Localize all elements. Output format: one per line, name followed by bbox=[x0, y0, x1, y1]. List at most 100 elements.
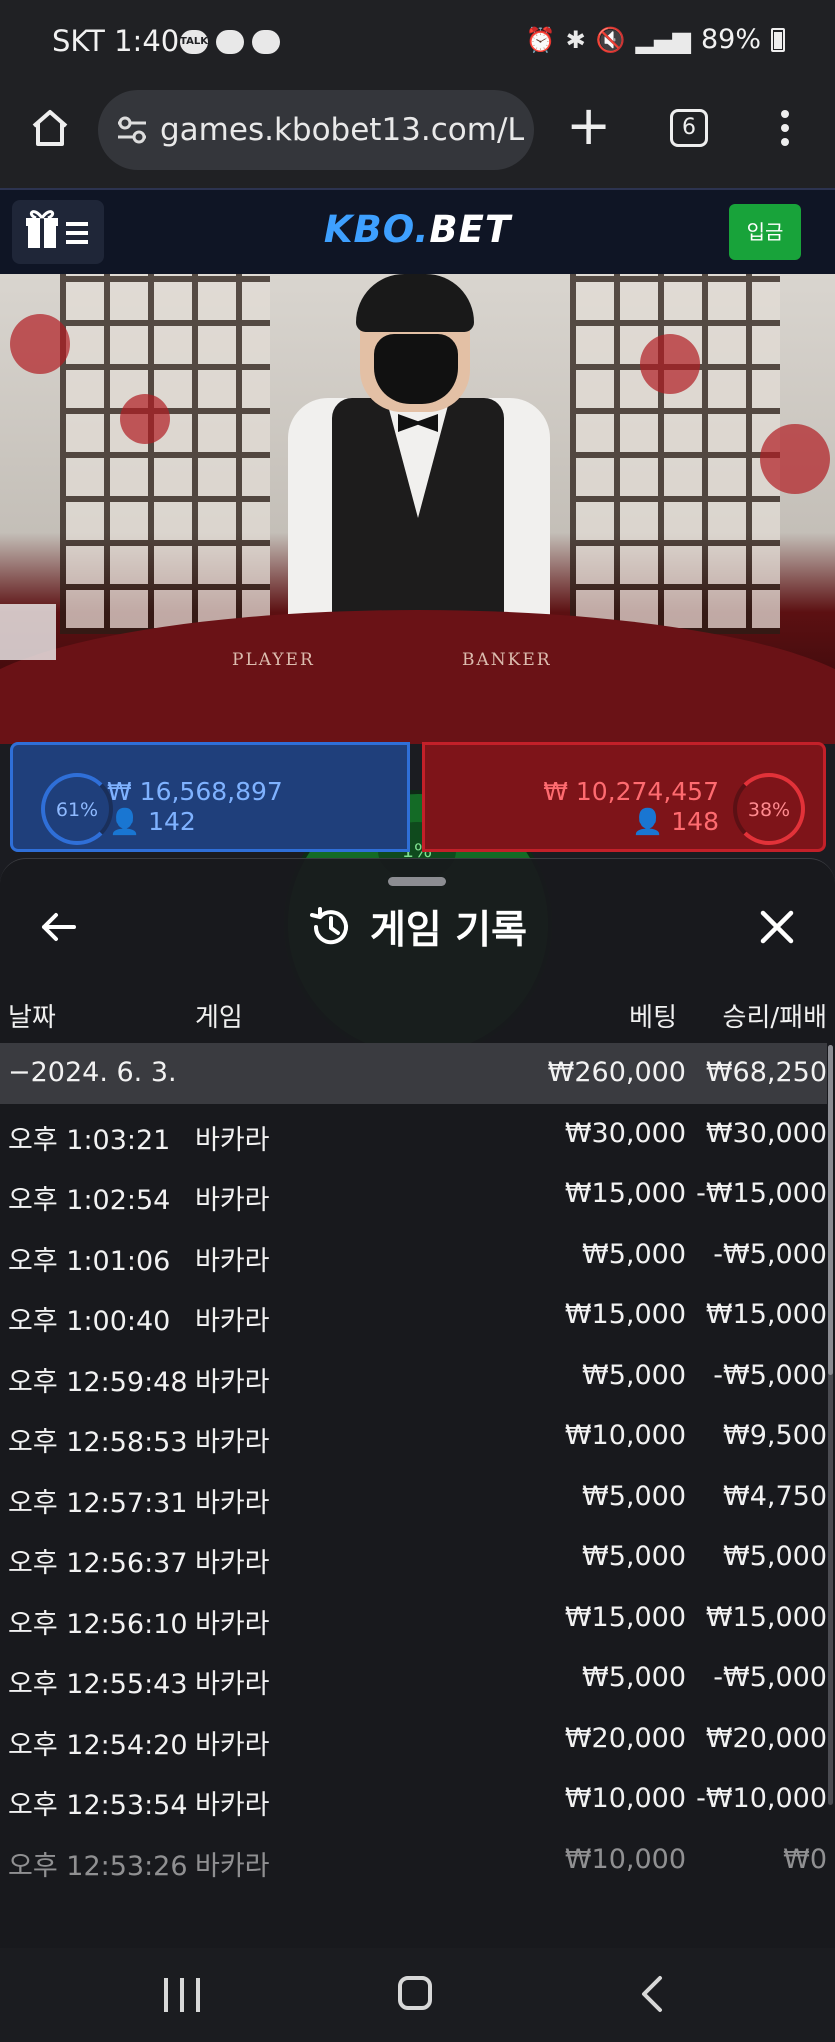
notification-icons: TALK bbox=[180, 30, 280, 54]
deposit-button[interactable]: 입금 bbox=[729, 204, 801, 260]
history-row[interactable]: 오후 12:53:26 바카라 ₩10,000 ₩0 bbox=[0, 1830, 827, 1891]
row-date: 오후 12:56:10 bbox=[8, 1608, 188, 1640]
row-game: 바카라 bbox=[195, 1669, 270, 1700]
column-bet: 베팅 bbox=[629, 1003, 677, 1033]
history-row[interactable]: 오후 1:02:54 바카라 ₩15,000 -₩15,000 bbox=[0, 1164, 827, 1225]
live-dealer-video: PLAYER BANKER bbox=[0, 274, 835, 744]
history-table-body: −2024. 6. 3. ₩260,000 ₩68,250 오후 1:03:21 바카라… bbox=[0, 1043, 827, 1890]
close-icon[interactable] bbox=[755, 905, 799, 949]
row-result: ₩9,500 bbox=[723, 1420, 827, 1451]
back-button[interactable] bbox=[634, 1974, 670, 2014]
mute-icon: 🔇 bbox=[595, 25, 626, 54]
row-date: 오후 12:53:26 bbox=[8, 1850, 188, 1882]
history-row[interactable]: 오후 12:57:31 바카라 ₩5,000 ₩4,750 bbox=[0, 1467, 827, 1528]
column-date: 날짜 bbox=[8, 1003, 56, 1033]
row-game: 바카라 bbox=[195, 1124, 270, 1156]
kakaotalk-icon: TALK bbox=[180, 30, 208, 54]
row-result: ₩68,250 bbox=[705, 1057, 827, 1088]
row-result: -₩5,000 bbox=[713, 1359, 827, 1391]
message-icon bbox=[216, 30, 244, 54]
history-table-header: 날짜 게임 베팅 승리/패배 bbox=[0, 989, 835, 1039]
row-game: 바카라 bbox=[195, 1487, 270, 1519]
row-date: 오후 12:54:20 bbox=[8, 1729, 188, 1761]
bet-distribution: 1% 61% ₩ 16,568,897 👤 142 38% ₩ 10,274,4… bbox=[0, 740, 835, 1058]
row-game: 바카라 bbox=[195, 1548, 270, 1579]
banker-bet-panel[interactable]: 38% ₩ 10,274,457 👤 148 bbox=[422, 742, 826, 852]
row-bet: ₩5,000 bbox=[582, 1662, 686, 1693]
carrier-time: SKT 1:40 bbox=[52, 24, 180, 58]
site-logo[interactable]: KBO.BET bbox=[0, 208, 835, 251]
row-game: 바카라 bbox=[195, 1850, 270, 1882]
scrollbar-thumb[interactable] bbox=[828, 1045, 833, 1375]
row-date: 오후 1:03:21 bbox=[8, 1124, 171, 1156]
site-header: KBO.BET 입금 bbox=[0, 188, 835, 274]
battery-percent: 89% bbox=[700, 24, 761, 55]
tab-switcher-button[interactable]: 6 bbox=[670, 109, 708, 147]
row-game: 바카라 bbox=[195, 1185, 270, 1216]
row-date: 오후 12:55:43 bbox=[8, 1669, 188, 1700]
url-text[interactable]: games.kbobet13.com/Lai bbox=[160, 112, 524, 148]
row-game: 바카라 bbox=[195, 1306, 270, 1337]
row-result: -₩15,000 bbox=[696, 1178, 827, 1209]
drag-handle[interactable] bbox=[388, 877, 446, 886]
banker-total-amount: ₩ 10,274,457 bbox=[543, 777, 719, 806]
history-row[interactable]: 오후 12:58:53 바카라 ₩10,000 ₩9,500 bbox=[0, 1406, 827, 1467]
row-result: ₩5,000 bbox=[723, 1541, 827, 1572]
android-nav-bar bbox=[0, 1948, 835, 2042]
browser-toolbar: games.kbobet13.com/Lai + 6 bbox=[0, 88, 835, 188]
history-row[interactable]: 오후 12:56:37 바카라 ₩5,000 ₩5,000 bbox=[0, 1527, 827, 1588]
row-bet: ₩10,000 bbox=[564, 1783, 686, 1814]
site-settings-icon[interactable] bbox=[116, 116, 148, 144]
row-bet: ₩10,000 bbox=[564, 1843, 686, 1875]
card-shoe bbox=[0, 604, 56, 660]
row-date: 오후 1:02:54 bbox=[8, 1185, 171, 1216]
row-game: 바카라 bbox=[195, 1790, 270, 1821]
row-result: ₩20,000 bbox=[705, 1722, 827, 1754]
table-label-banker: BANKER bbox=[462, 650, 552, 670]
row-game: 바카라 bbox=[195, 1608, 270, 1640]
row-date: 오후 12:59:48 bbox=[8, 1366, 188, 1398]
home-icon[interactable] bbox=[28, 106, 72, 150]
history-row[interactable]: 오후 12:56:10 바카라 ₩15,000 ₩15,000 bbox=[0, 1588, 827, 1649]
recent-apps-button[interactable] bbox=[164, 1978, 200, 2012]
system-icons: ⏰ ✱ 🔇 ▂▄▆ 89% bbox=[526, 24, 785, 55]
row-date: −2024. 6. 3. bbox=[8, 1057, 177, 1088]
row-result: -₩5,000 bbox=[713, 1238, 827, 1270]
new-tab-button[interactable]: + bbox=[566, 99, 611, 153]
lattice-screen bbox=[570, 274, 780, 634]
row-date: 오후 1:01:06 bbox=[8, 1245, 171, 1277]
row-result: ₩15,000 bbox=[705, 1601, 827, 1633]
history-row[interactable]: 오후 12:54:20 바카라 ₩20,000 ₩20,000 bbox=[0, 1709, 827, 1770]
banker-bettor-count: 👤 148 bbox=[632, 807, 719, 836]
row-bet: ₩30,000 bbox=[564, 1117, 686, 1149]
row-game: 바카라 bbox=[195, 1427, 270, 1458]
chat-icon bbox=[252, 30, 280, 54]
history-row[interactable]: 오후 12:55:43 바카라 ₩5,000 -₩5,000 bbox=[0, 1648, 827, 1709]
player-percent-ring: 61% bbox=[41, 773, 113, 845]
row-result: ₩15,000 bbox=[705, 1299, 827, 1330]
history-row[interactable]: 오후 1:01:06 바카라 ₩5,000 -₩5,000 bbox=[0, 1225, 827, 1286]
more-menu-icon[interactable] bbox=[778, 110, 792, 150]
row-result: ₩30,000 bbox=[705, 1117, 827, 1149]
row-result: -₩10,000 bbox=[696, 1783, 827, 1814]
status-bar: SKT 1:40 TALK ⏰ ✱ 🔇 ▂▄▆ 89% bbox=[0, 0, 835, 88]
row-game: 바카라 bbox=[195, 1245, 270, 1277]
home-button[interactable] bbox=[398, 1976, 432, 2010]
row-bet: ₩15,000 bbox=[564, 1601, 686, 1633]
row-bet: ₩15,000 bbox=[564, 1178, 686, 1209]
history-row[interactable]: 오후 1:00:40 바카라 ₩15,000 ₩15,000 bbox=[0, 1285, 827, 1346]
history-row[interactable]: 오후 12:53:54 바카라 ₩10,000 -₩10,000 bbox=[0, 1769, 827, 1830]
row-date: 오후 12:53:54 bbox=[8, 1790, 188, 1821]
battery-icon bbox=[771, 27, 785, 52]
history-row[interactable]: 오후 12:59:48 바카라 ₩5,000 -₩5,000 bbox=[0, 1346, 827, 1407]
row-date: 오후 1:00:40 bbox=[8, 1306, 171, 1337]
sheet-title: 게임 기록 bbox=[0, 899, 835, 959]
user-icon: 👤 bbox=[632, 807, 664, 836]
url-bar[interactable]: games.kbobet13.com/Lai bbox=[98, 90, 534, 170]
row-result: ₩0 bbox=[783, 1843, 827, 1875]
history-row[interactable]: 오후 1:03:21 바카라 ₩30,000 ₩30,000 bbox=[0, 1104, 827, 1165]
row-bet: ₩20,000 bbox=[564, 1722, 686, 1754]
player-bet-panel[interactable]: 61% ₩ 16,568,897 👤 142 bbox=[10, 742, 410, 852]
row-date: 오후 12:58:53 bbox=[8, 1427, 188, 1458]
history-date-group-row[interactable]: −2024. 6. 3. ₩260,000 ₩68,250 bbox=[0, 1043, 827, 1104]
